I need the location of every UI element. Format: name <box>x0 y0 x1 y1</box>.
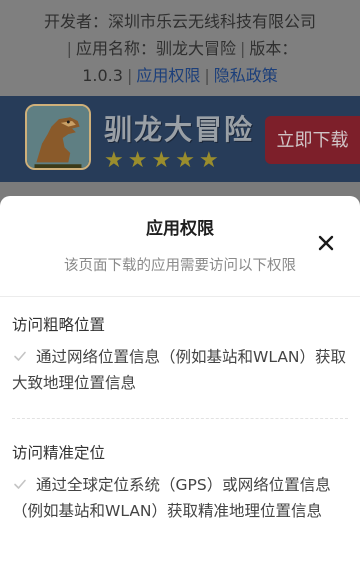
permissions-sheet: 应用权限 该页面下载的应用需要访问以下权限 访问粗略位置 通过网络位置信息（例如… <box>0 196 360 570</box>
star-icon: ★ <box>151 148 172 173</box>
divider <box>0 296 360 297</box>
app-name: 驯龙大冒险 <box>155 39 236 58</box>
check-icon <box>12 476 28 492</box>
permission-description: 通过网络位置信息（例如基站和WLAN）获取大致地理位置信息 <box>12 344 348 396</box>
separator: | <box>240 39 246 58</box>
star-icon: ★ <box>127 148 148 173</box>
separator: | <box>66 39 72 58</box>
permission-title: 访问粗略位置 <box>12 316 106 334</box>
dinosaur-app-icon[interactable] <box>25 104 91 170</box>
permission-item: 访问精准定位 通过全球定位系统（GPS）或网络位置信息（例如基站和WLAN）获取… <box>12 442 348 524</box>
permission-description: 通过全球定位系统（GPS）或网络位置信息（例如基站和WLAN）获取精准地理位置信… <box>12 472 348 524</box>
developer-info: 开发者：深圳市乐云无线科技有限公司 | 应用名称：驯龙大冒险 | 版本： 1.0.3 |… <box>0 0 360 96</box>
separator: | <box>204 66 210 85</box>
app-title: 驯龙大冒险 <box>104 113 255 146</box>
permission-item: 访问粗略位置 通过网络位置信息（例如基站和WLAN）获取大致地理位置信息 <box>12 314 348 396</box>
version-value: 1.0.3 <box>82 66 123 85</box>
permission-title: 访问精准定位 <box>12 444 106 462</box>
close-icon[interactable] <box>313 230 339 256</box>
version-label: 版本： <box>249 39 298 58</box>
divider <box>12 418 348 419</box>
developer-name: 深圳市乐云无线科技有限公司 <box>108 12 317 31</box>
permission-description-text: 通过全球定位系统（GPS）或网络位置信息（例如基站和WLAN）获取精准地理位置信… <box>12 476 331 520</box>
star-icon: ★ <box>104 148 124 173</box>
download-button[interactable]: 立即下载 <box>265 116 360 164</box>
privacy-policy-link[interactable]: 隐私政策 <box>214 66 278 85</box>
star-icon: ★ <box>198 148 219 173</box>
separator: | <box>126 66 133 85</box>
sheet-subtitle: 该页面下载的应用需要访问以下权限 <box>64 258 296 274</box>
check-icon <box>12 348 28 364</box>
permissions-link[interactable]: 应用权限 <box>136 66 200 85</box>
rating-stars: ★ ★ ★ ★ ★ <box>104 150 219 172</box>
app-name-label: 应用名称： <box>75 39 156 58</box>
star-icon: ★ <box>175 148 195 173</box>
permission-description-text: 通过网络位置信息（例如基站和WLAN）获取大致地理位置信息 <box>12 348 347 392</box>
developer-label: 开发者： <box>43 12 108 31</box>
sheet-title: 应用权限 <box>146 219 214 239</box>
